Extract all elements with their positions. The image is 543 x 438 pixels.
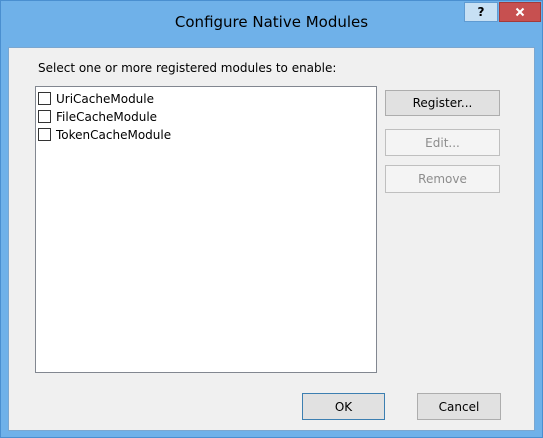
help-icon: ? [477, 5, 485, 19]
remove-button[interactable]: Remove [385, 165, 500, 193]
module-label: TokenCacheModule [56, 127, 172, 142]
close-icon [515, 7, 525, 17]
dialog-body: Select one or more registered modules to… [8, 47, 535, 431]
tokencachemodule-checkbox[interactable] [38, 128, 51, 141]
module-label: FileCacheModule [56, 109, 158, 124]
list-item-filecachemodule[interactable]: FileCacheModule [38, 108, 157, 125]
list-item-uricachemodule[interactable]: UriCacheModule [38, 90, 154, 107]
uricachemodule-checkbox[interactable] [38, 92, 51, 105]
dialog-window: Configure Native Modules ? Select one or… [0, 0, 543, 438]
window-title: Configure Native Modules [174, 13, 369, 31]
edit-button[interactable]: Edit... [385, 129, 500, 156]
instruction-label: Select one or more registered modules to… [38, 61, 337, 75]
list-item-tokencachemodule[interactable]: TokenCacheModule [38, 126, 171, 143]
cancel-button[interactable]: Cancel [417, 393, 501, 420]
module-label: UriCacheModule [56, 91, 155, 106]
help-button[interactable]: ? [464, 2, 498, 22]
ok-button[interactable]: OK [302, 393, 385, 420]
close-button[interactable] [499, 2, 541, 22]
filecachemodule-checkbox[interactable] [38, 110, 51, 123]
title-bar[interactable]: Configure Native Modules ? [1, 1, 542, 46]
modules-listbox[interactable]: UriCacheModule FileCacheModule TokenCach… [35, 86, 377, 373]
register-button[interactable]: Register... [385, 90, 500, 116]
